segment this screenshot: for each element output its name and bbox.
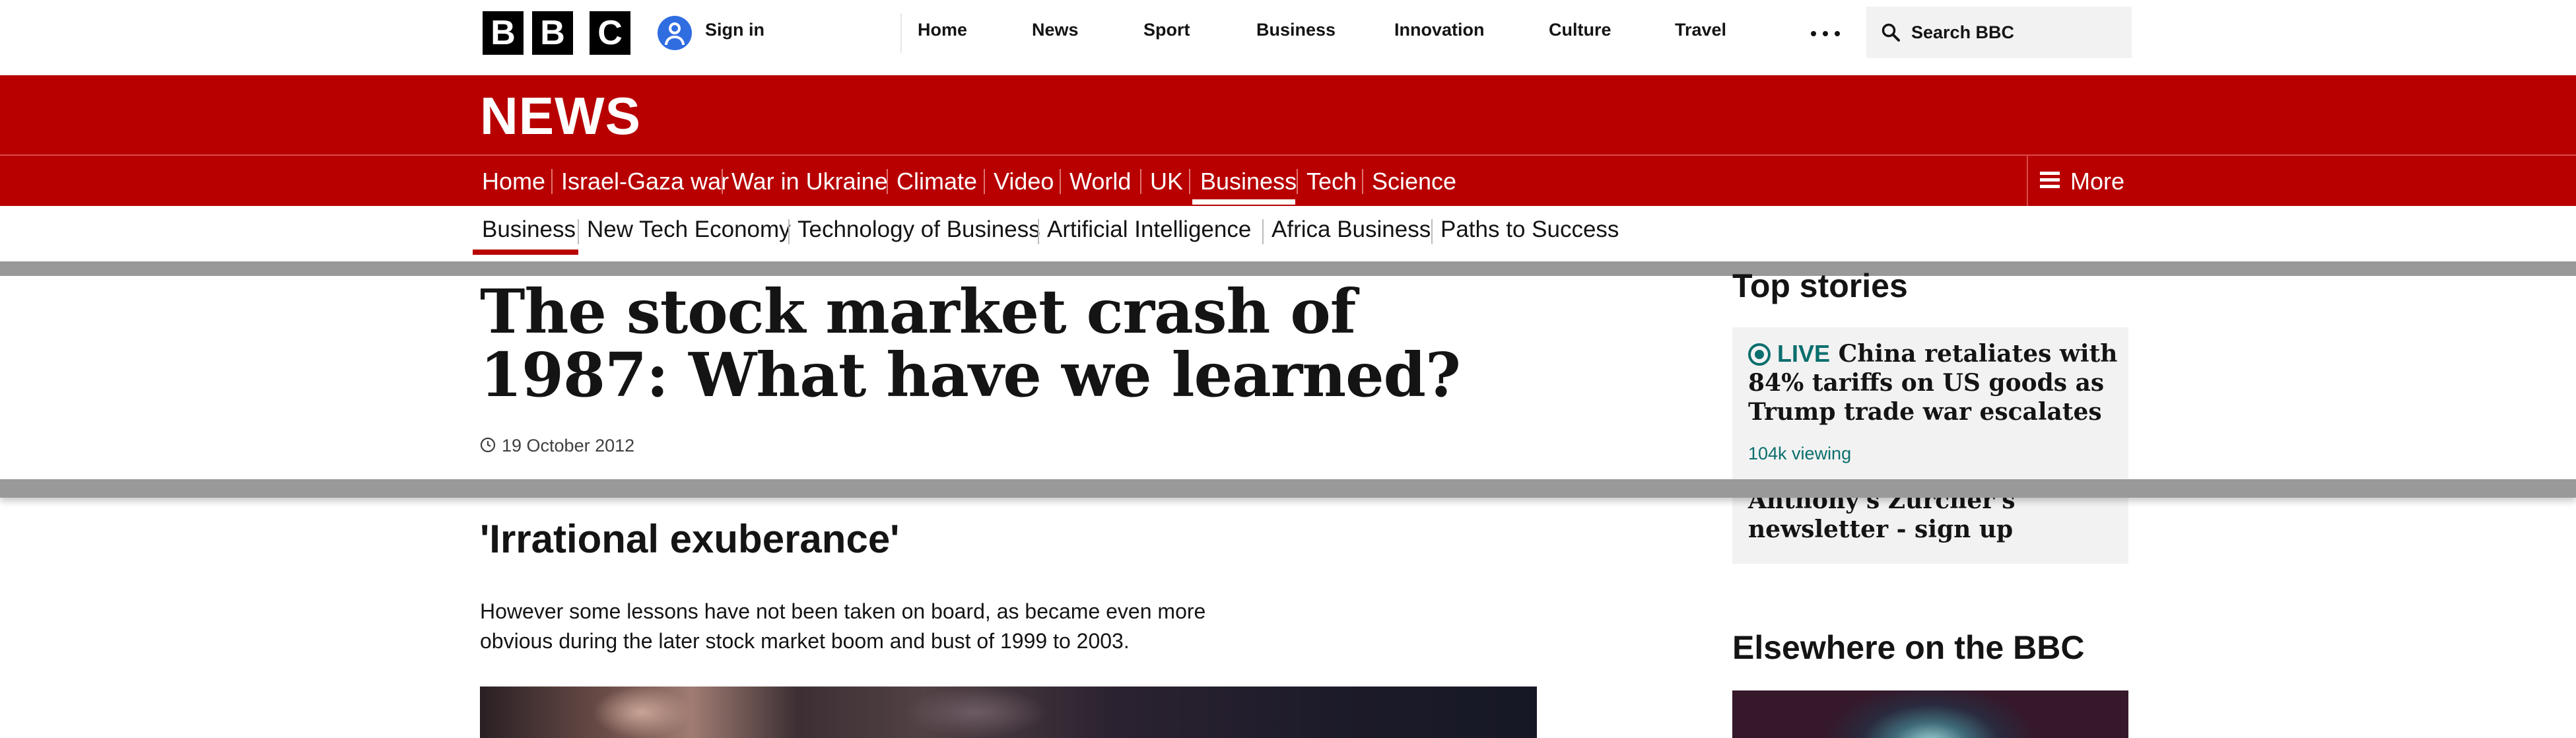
global-header: B B C Sign in Home News Sport Business I… [0, 0, 2576, 75]
news-nav-climate[interactable]: Climate [897, 168, 977, 195]
global-nav-business[interactable]: Business [1256, 20, 1336, 40]
sub-nav-africa-business[interactable]: Africa Business [1271, 217, 1431, 243]
overlay-bar-bottom [0, 479, 2576, 498]
sticky-article-date: 19 October 2012 [502, 436, 635, 455]
elsewhere-on-bbc-heading: Elsewhere on the BBC [1732, 629, 2085, 666]
news-nav-world[interactable]: World [1069, 168, 1131, 195]
header-divider [900, 13, 902, 53]
article-subheading: 'Irrational exuberance' [480, 517, 900, 561]
news-nav-uk[interactable]: UK [1150, 168, 1183, 195]
global-nav-sport[interactable]: Sport [1143, 20, 1190, 40]
top-story-1-text[interactable]: LIVE China retaliates with 84% tariffs o… [1748, 339, 2118, 426]
hamburger-icon [2040, 172, 2060, 189]
global-nav-innovation[interactable]: Innovation [1394, 20, 1485, 40]
elsewhere-promo-image[interactable] [1732, 690, 2128, 738]
article-image [480, 687, 1537, 738]
top-story-card-1[interactable]: LIVE China retaliates with 84% tariffs o… [1732, 327, 2128, 479]
top-stories-heading: Top stories [1732, 267, 1908, 304]
more-label: More [2070, 168, 2125, 195]
news-nav-israel-gaza-war[interactable]: Israel-Gaza war [561, 168, 729, 195]
article-paragraph: However some lessons have not been taken… [480, 599, 1206, 653]
business-sub-nav: Business New Tech Economy Technology of … [0, 206, 2576, 259]
sign-in-link[interactable]: Sign in [705, 20, 764, 40]
sub-nav-business[interactable]: Business [482, 217, 576, 243]
news-nav-active-indicator [1192, 199, 1295, 205]
news-nav-science[interactable]: Science [1372, 168, 1456, 195]
viewing-count: 104k viewing [1748, 444, 1852, 463]
sticky-article-headline: The stock market crash of 1987: What hav… [480, 276, 1461, 411]
sub-nav-new-tech-economy[interactable]: New Tech Economy [587, 217, 791, 243]
top-story-card-2[interactable]: Anthony's Zurcher's newsletter - sign up [1732, 486, 2128, 564]
bbc-logo-letter-b2[interactable]: B [532, 11, 573, 55]
sub-nav-artificial-intelligence[interactable]: Artificial Intelligence [1047, 217, 1251, 243]
global-nav-culture[interactable]: Culture [1549, 20, 1611, 40]
sub-nav-active-indicator [473, 250, 578, 255]
search-placeholder: Search BBC [1911, 22, 2015, 42]
overlay-bar-top [0, 261, 2576, 276]
global-nav-travel[interactable]: Travel [1675, 20, 1726, 40]
global-nav-news[interactable]: News [1032, 20, 1079, 40]
user-account-icon[interactable] [658, 16, 692, 50]
bbc-logo-letter-c[interactable]: C [590, 11, 630, 55]
global-nav-home[interactable]: Home [918, 20, 967, 40]
search-bbc-box[interactable]: Search BBC [1866, 7, 2132, 58]
news-nav-video[interactable]: Video [994, 168, 1054, 195]
bbc-logo-letter-b1[interactable]: B [483, 11, 524, 55]
news-nav-tech[interactable]: Tech [1306, 168, 1357, 195]
live-label: LIVE [1777, 340, 1831, 367]
sub-nav-technology-of-business[interactable]: Technology of Business [797, 217, 1040, 243]
news-nav-more-button[interactable]: More [2027, 156, 2127, 206]
more-menu-icon[interactable] [1811, 31, 1840, 36]
news-masthead: NEWS [0, 75, 2576, 154]
news-logo[interactable]: NEWS [480, 86, 641, 147]
sub-nav-paths-to-success[interactable]: Paths to Success [1441, 217, 1619, 243]
sticky-clock-icon [480, 437, 496, 453]
news-nav-home[interactable]: Home [482, 168, 545, 195]
news-nav-business[interactable]: Business [1200, 168, 1297, 195]
news-nav-war-in-ukraine[interactable]: War in Ukraine [731, 168, 888, 195]
news-nav-bar: Home Israel-Gaza war War in Ukraine Clim… [0, 154, 2576, 206]
search-icon [1881, 23, 1900, 42]
